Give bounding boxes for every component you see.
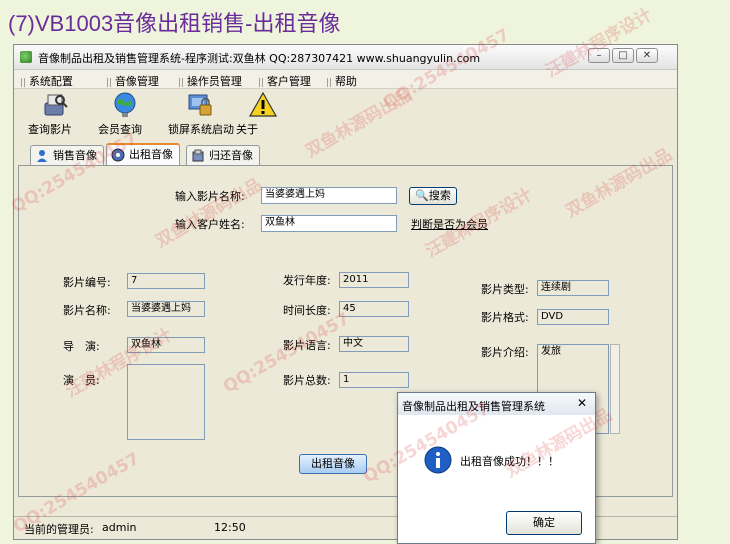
search-button-label: 搜索	[428, 189, 451, 202]
success-dialog: 音像制品出租及销售管理系统 ✕ 出租音像成功！！！ 确定	[397, 392, 596, 544]
lock-screen-icon	[188, 94, 212, 116]
film-title-label: 影片名称:	[63, 304, 111, 317]
toolbar-search-film[interactable]: 查询影片	[28, 91, 82, 136]
toolbar-member-query[interactable]: 会员查询	[98, 91, 152, 136]
intro-label: 影片介绍:	[481, 346, 529, 359]
disc-icon	[111, 148, 125, 162]
dialog-ok-button[interactable]: 确定	[506, 511, 582, 535]
actor-label: 演 员:	[63, 374, 100, 387]
maximize-icon[interactable]: □	[612, 48, 634, 63]
search-icon: 🔍	[415, 189, 429, 202]
admin-label: 当前的管理员:	[24, 523, 94, 536]
minimize-icon[interactable]: –	[588, 48, 610, 63]
language-label: 影片语言:	[283, 339, 331, 352]
search-button[interactable]: 🔍搜索	[409, 187, 457, 205]
director-label: 导 演:	[63, 340, 100, 353]
menu-media[interactable]: 音像管理	[106, 73, 159, 89]
dialog-title-bar: 音像制品出租及销售管理系统 ✕	[398, 393, 595, 415]
intro-scrollbar[interactable]	[610, 344, 620, 434]
total-label: 影片总数:	[283, 374, 331, 387]
tab-return-media[interactable]: 归还音像	[186, 145, 260, 165]
customer-name-input[interactable]: 双鱼林	[261, 215, 397, 232]
tab-rent-media[interactable]: 出租音像	[106, 143, 180, 165]
search-film-icon	[44, 94, 68, 116]
check-member-link[interactable]: 判断是否为会员	[411, 216, 488, 232]
menu-system-config[interactable]: 系统配置	[20, 73, 73, 89]
warning-about-icon	[249, 91, 277, 117]
film-no-field[interactable]: 7	[127, 273, 205, 289]
person-icon	[37, 150, 47, 162]
film-title-field[interactable]: 当婆婆遇上妈	[127, 301, 205, 317]
menu-help[interactable]: 帮助	[326, 73, 357, 89]
film-name-label: 输入影片名称:	[175, 190, 245, 203]
dialog-title: 音像制品出租及销售管理系统	[402, 400, 545, 413]
film-name-input[interactable]: 当婆婆遇上妈	[261, 187, 397, 204]
toolbar-lock-screen-label: 锁屏系统启动	[168, 123, 234, 136]
close-icon[interactable]: ✕	[636, 48, 658, 63]
admin-value: admin	[102, 521, 137, 534]
tab-return-media-label: 归还音像	[209, 149, 253, 162]
toolbar-member-query-label: 会员查询	[98, 123, 142, 136]
return-icon	[192, 149, 204, 162]
type-label: 影片类型:	[481, 283, 529, 296]
year-field[interactable]: 2011	[339, 272, 409, 288]
total-field[interactable]: 1	[339, 372, 409, 388]
toolbar-lock-screen[interactable]: 锁屏系统启动	[168, 91, 234, 136]
app-icon	[20, 51, 32, 63]
tab-rent-media-label: 出租音像	[129, 148, 173, 161]
tab-sell-media[interactable]: 销售音像	[30, 145, 104, 165]
film-no-label: 影片编号:	[63, 276, 111, 289]
tab-strip: 销售音像 出租音像 归还音像	[14, 143, 677, 165]
duration-label: 时间长度:	[283, 304, 331, 317]
toolbar-about[interactable]: 关于	[236, 91, 290, 136]
globe-member-icon	[114, 92, 136, 117]
duration-field[interactable]: 45	[339, 301, 409, 317]
page-heading: (7)VB1003音像出租销售-出租音像	[8, 11, 341, 36]
director-field[interactable]: 双鱼林	[127, 337, 205, 353]
actor-field[interactable]	[127, 364, 205, 440]
toolbar-about-label: 关于	[236, 123, 258, 136]
year-label: 发行年度:	[283, 274, 331, 287]
status-time: 12:50	[214, 521, 246, 534]
title-bar: 音像制品出租及销售管理系统-程序测试:双鱼林 QQ:287307421 www.…	[14, 45, 677, 70]
info-icon	[424, 446, 452, 474]
menu-operator[interactable]: 操作员管理	[178, 73, 242, 89]
dialog-message: 出租音像成功！！！	[460, 455, 559, 468]
type-field[interactable]: 连续剧	[537, 280, 609, 296]
window-title: 音像制品出租及销售管理系统-程序测试:双鱼林 QQ:287307421 www.…	[38, 52, 481, 65]
menu-bar: 系统配置 音像管理 操作员管理 客户管理 帮助	[14, 70, 677, 89]
tab-sell-media-label: 销售音像	[53, 149, 97, 162]
dialog-close-icon[interactable]: ✕	[577, 396, 587, 410]
language-field[interactable]: 中文	[339, 336, 409, 352]
menu-customer[interactable]: 客户管理	[258, 73, 311, 89]
rent-media-button[interactable]: 出租音像	[299, 454, 367, 474]
format-field[interactable]: DVD	[537, 309, 609, 325]
toolbar-search-film-label: 查询影片	[28, 123, 72, 136]
customer-name-label: 输入客户姓名:	[175, 218, 245, 231]
format-label: 影片格式:	[481, 311, 529, 324]
